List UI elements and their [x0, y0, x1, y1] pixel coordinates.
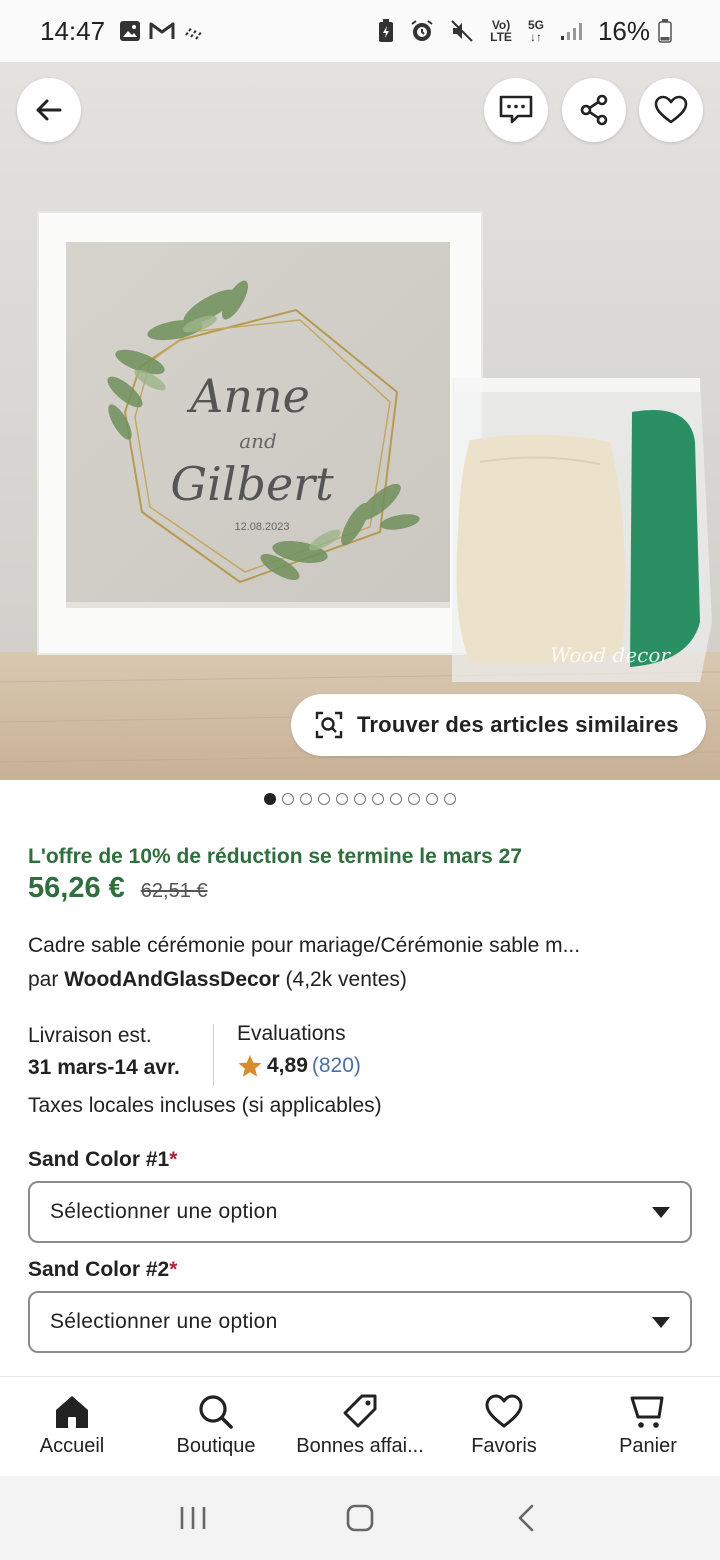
- visual-search-icon: [315, 711, 343, 739]
- heart-icon: [654, 95, 688, 124]
- recent-apps-button[interactable]: [178, 1504, 208, 1532]
- taxes-note: Taxes locales incluses (si applicables): [28, 1094, 382, 1117]
- home-icon: [56, 1396, 88, 1428]
- carousel-dot[interactable]: [390, 793, 402, 805]
- sand-color-2-select[interactable]: Sélectionner une option: [28, 1291, 692, 1353]
- select-value: Sélectionner une option: [50, 1310, 278, 1333]
- seller-prefix: par: [28, 968, 59, 991]
- nav-deals[interactable]: Bonnes affai...: [288, 1377, 432, 1476]
- seller-row: par WoodAndGlassDecor (4,2k ventes): [28, 968, 407, 992]
- carousel-dot[interactable]: [282, 793, 294, 805]
- arrow-left-icon: [36, 99, 62, 121]
- mute-icon: [450, 19, 474, 43]
- gallery-icon: [119, 20, 141, 42]
- price-row: 56,26 € 62,51 €: [28, 872, 208, 905]
- gmail-icon: [149, 21, 175, 41]
- frame-date: 12.08.2023: [234, 521, 289, 533]
- lte-label: LTE: [490, 30, 512, 44]
- nav-cart[interactable]: Panier: [576, 1377, 720, 1476]
- network-5g-label: 5G: [527, 18, 544, 32]
- frame-text-2: and: [239, 429, 277, 453]
- carousel-dot[interactable]: [372, 793, 384, 805]
- star-icon: [238, 1055, 262, 1077]
- product-image[interactable]: Anne and Gilbert 12.08.2023 Wood decor T…: [0, 62, 720, 780]
- divider: [213, 1024, 214, 1086]
- status-time: 14:47: [40, 15, 106, 46]
- carousel-dot[interactable]: [444, 793, 456, 805]
- signal-slash-icon: [183, 21, 205, 41]
- nav-shop[interactable]: Boutique: [144, 1377, 288, 1476]
- favorite-button[interactable]: [639, 78, 703, 142]
- back-nav-button[interactable]: [512, 1503, 542, 1533]
- carousel-dot[interactable]: [318, 793, 330, 805]
- option-label-text: Sand Color #1: [28, 1148, 170, 1171]
- alarm-icon: [410, 19, 434, 43]
- find-similar-label: Trouver des articles similaires: [357, 712, 679, 737]
- delivery-label: Livraison est.: [28, 1024, 152, 1047]
- product-title[interactable]: Cadre sable cérémonie pour mariage/Cérém…: [28, 934, 692, 958]
- network-5g-indicator: 5G ↓↑: [527, 18, 544, 44]
- share-button[interactable]: [562, 78, 626, 142]
- search-icon: [199, 1395, 233, 1429]
- caret-down-icon: [652, 1206, 670, 1218]
- nav-label: Panier: [619, 1435, 677, 1457]
- original-price: 62,51 €: [140, 880, 208, 902]
- reviews-row[interactable]: 4,89 (820): [237, 1054, 361, 1078]
- nav-favorites[interactable]: Favoris: [432, 1377, 576, 1476]
- reviews-label: Evaluations: [237, 1022, 346, 1045]
- share-icon: [580, 94, 608, 126]
- message-icon: [499, 95, 533, 124]
- battery-saver-icon: [378, 19, 394, 43]
- status-right: Vo) LTE 5G ↓↑ 16%: [378, 16, 680, 47]
- heart-icon: [485, 1394, 523, 1428]
- nav-home[interactable]: Accueil: [0, 1377, 144, 1476]
- required-mark: *: [169, 1258, 178, 1281]
- carousel-dot[interactable]: [336, 793, 348, 805]
- select-value: Sélectionner une option: [50, 1200, 278, 1223]
- back-button[interactable]: [17, 78, 81, 142]
- battery-icon: [658, 19, 672, 43]
- required-mark: *: [169, 1148, 178, 1171]
- carousel-dot[interactable]: [408, 793, 420, 805]
- delivery-date: 31 mars-14 avr.: [28, 1056, 180, 1079]
- battery-percent: 16%: [597, 15, 650, 46]
- carousel-dot[interactable]: [264, 793, 276, 805]
- home-button[interactable]: [345, 1503, 375, 1533]
- status-bar: 14:47 Vo) LTE 5G ↓↑ 16%: [0, 0, 720, 62]
- caret-down-icon: [652, 1316, 670, 1328]
- system-navigation-bar: [0, 1476, 720, 1560]
- cart-icon: [630, 1396, 664, 1428]
- current-price: 56,26 €: [28, 872, 125, 904]
- find-similar-button[interactable]: Trouver des articles similaires: [291, 694, 706, 756]
- signal-icon: [560, 21, 582, 41]
- carousel-dot[interactable]: [300, 793, 312, 805]
- reviews-summary[interactable]: Evaluations 4,89 (820): [237, 1022, 361, 1078]
- frame-text-1: Anne: [186, 369, 310, 423]
- sand-color-1-select[interactable]: Sélectionner une option: [28, 1181, 692, 1243]
- seller-sales: (4,2k ventes): [285, 968, 407, 991]
- frame-text-3: Gilbert: [170, 457, 334, 511]
- delivery-estimate: Livraison est. 31 mars-14 avr.: [28, 1024, 180, 1080]
- product-photo: Anne and Gilbert 12.08.2023 Wood decor: [0, 62, 720, 780]
- seller-name-link[interactable]: WoodAndGlassDecor: [64, 968, 279, 991]
- rating-value: 4,89: [267, 1054, 308, 1077]
- image-carousel-dots[interactable]: [0, 793, 720, 805]
- nav-label: Boutique: [176, 1435, 256, 1457]
- carousel-dot[interactable]: [354, 793, 366, 805]
- review-count-link[interactable]: (820): [312, 1054, 361, 1078]
- volte-indicator: Vo) LTE: [490, 19, 512, 43]
- offer-text: L'offre de 10% de réduction se termine l…: [28, 845, 523, 868]
- nav-label: Accueil: [39, 1435, 105, 1457]
- bottom-navigation: Accueil Boutique Bonnes affai... Favoris…: [0, 1376, 720, 1476]
- option-label-sand-color-2: Sand Color #2*: [28, 1258, 177, 1282]
- carousel-dot[interactable]: [426, 793, 438, 805]
- watermark: Wood decor: [550, 643, 671, 667]
- option-label-sand-color-1: Sand Color #1*: [28, 1148, 177, 1172]
- message-seller-button[interactable]: [484, 78, 548, 142]
- nav-label: Bonnes affai...: [296, 1435, 424, 1457]
- tag-icon: [343, 1394, 377, 1428]
- nav-label: Favoris: [471, 1435, 537, 1457]
- option-label-text: Sand Color #2: [28, 1258, 170, 1281]
